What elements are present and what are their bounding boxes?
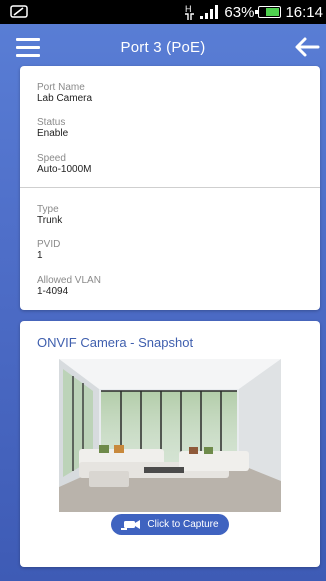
allowed-vlan-label: Allowed VLAN (37, 275, 101, 286)
status-time: 16:14 (285, 3, 323, 21)
status-indicators: H 63% 16:14 (182, 0, 323, 24)
data-transfer-icon: H (185, 4, 195, 20)
snapshot-card: ONVIF Camera - Snapshot Click to Capture (20, 321, 320, 567)
snapshot-title: ONVIF Camera - Snapshot (37, 335, 194, 350)
port-info-card: Port Name Lab Camera Status Enable Speed… (20, 66, 320, 310)
type-label: Type (37, 204, 59, 215)
status-field: Status Enable (37, 117, 68, 139)
menu-line (16, 46, 40, 49)
status-value: Enable (37, 128, 69, 139)
speed-label: Speed (37, 153, 66, 164)
app-bar: Port 3 (PoE) (0, 24, 326, 70)
capture-button-label: Click to Capture (147, 519, 219, 530)
speed-value: Auto-1000M (37, 164, 92, 175)
camera-snapshot-image (59, 359, 281, 512)
battery-percent: 63% (224, 3, 255, 21)
menu-line (16, 54, 40, 57)
type-value: Trunk (37, 215, 63, 226)
port-name-field: Port Name Lab Camera (37, 82, 92, 104)
notification-icon (10, 5, 28, 18)
pvid-field: PVID 1 (37, 239, 60, 261)
allowed-vlan-value: 1-4094 (37, 286, 69, 297)
status-label: Status (37, 117, 66, 128)
port-name-value: Lab Camera (37, 93, 93, 104)
signal-icon (200, 5, 219, 19)
battery-icon (255, 6, 282, 18)
type-field: Type Trunk (37, 204, 62, 226)
pvid-label: PVID (37, 239, 61, 250)
battery-level (266, 8, 280, 16)
port-name-label: Port Name (37, 82, 85, 93)
speed-field: Speed Auto-1000M (37, 153, 91, 175)
allowed-vlan-field: Allowed VLAN 1-4094 (37, 275, 101, 297)
capture-button[interactable]: Click to Capture (111, 514, 229, 535)
camera-icon (121, 519, 141, 530)
back-arrow-icon[interactable] (294, 36, 320, 58)
status-bar: H 63% 16:14 (0, 0, 326, 24)
page-title: Port 3 (PoE) (120, 38, 206, 56)
svg-text:H: H (185, 4, 192, 14)
menu-line (16, 38, 40, 41)
menu-icon[interactable] (16, 38, 40, 58)
pvid-value: 1 (37, 250, 43, 261)
divider (20, 187, 320, 188)
